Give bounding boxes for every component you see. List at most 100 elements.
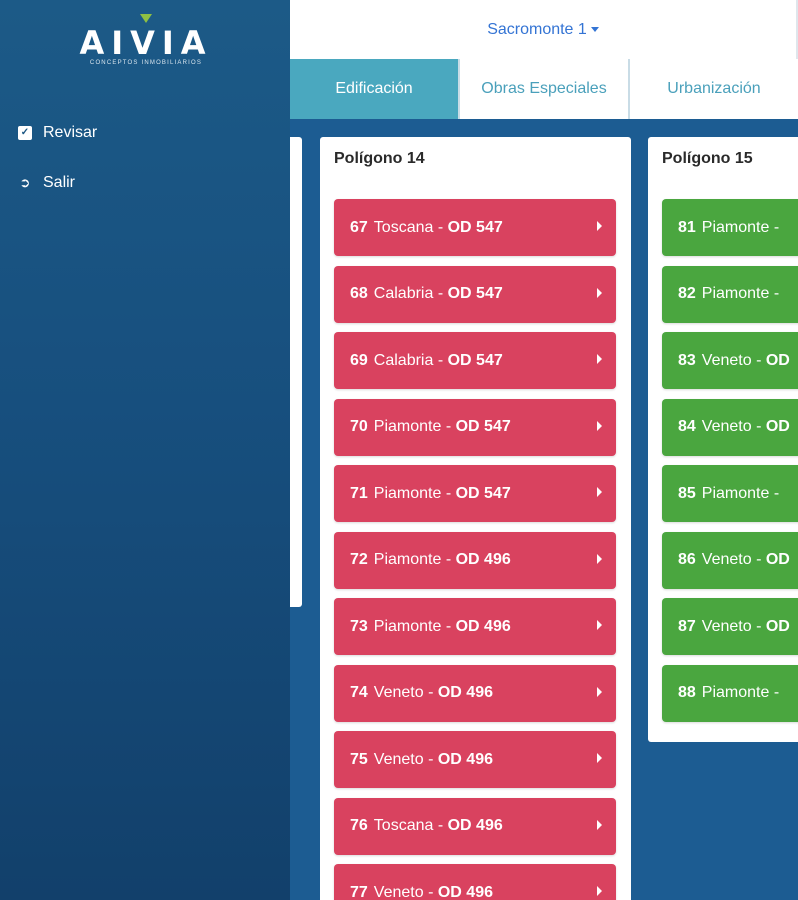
logo-tagline: CONCEPTOS INMOBILIARIOS <box>89 60 203 66</box>
lot-item[interactable]: 76 Toscana - OD 496 <box>334 797 616 855</box>
lot-separator: - <box>441 484 456 502</box>
lot-od: OD <box>765 551 790 568</box>
lot-od: OD 547 <box>455 484 511 502</box>
lot-od: OD 496 <box>447 817 503 834</box>
poligono-15-panel: Polígono 15 81 Piamonte - 82 Piamonte - 83… <box>648 137 798 742</box>
lot-separator: - <box>751 418 766 435</box>
lot-od: OD 547 <box>447 351 503 369</box>
lot-number: 70 <box>350 418 368 435</box>
lot-item[interactable]: 77 Veneto - OD 496 <box>334 864 616 900</box>
lot-model: Piamonte <box>373 418 442 435</box>
lot-item[interactable]: 72 Piamonte - OD 496 <box>334 531 616 589</box>
lot-od: OD 496 <box>437 883 493 900</box>
lot-model: Veneto <box>701 617 752 635</box>
tab-obras-especiales[interactable]: Obras Especiales <box>458 59 628 119</box>
lot-separator: - <box>433 351 448 369</box>
sidebar-item-salir[interactable]: ➲ Salir <box>18 174 75 192</box>
lot-model: Piamonte <box>373 484 442 502</box>
previous-panel-edge <box>290 137 302 607</box>
lot-item[interactable]: 68 Calabria - OD 547 <box>334 265 616 323</box>
panel-title: Polígono 14 <box>334 150 425 167</box>
chevron-right-icon <box>597 287 602 298</box>
lot-separator: - <box>751 617 766 635</box>
lot-number: 84 <box>678 418 696 435</box>
lot-od: OD 496 <box>437 684 493 701</box>
lot-number: 86 <box>678 551 696 568</box>
lot-item[interactable]: 84 Veneto - OD <box>662 398 798 456</box>
lot-item[interactable]: 75 Veneto - OD 496 <box>334 731 616 788</box>
lot-model: Piamonte <box>701 484 770 502</box>
lot-model: Veneto <box>373 684 424 701</box>
lot-separator: - <box>441 551 456 568</box>
lot-item[interactable]: 88 Piamonte - <box>662 664 798 722</box>
lot-number: 88 <box>678 684 696 701</box>
location-dropdown[interactable]: Sacromonte 1 <box>487 21 599 39</box>
chevron-right-icon <box>597 553 602 564</box>
lot-od: OD 496 <box>437 750 493 768</box>
lot-item[interactable]: 74 Veneto - OD 496 <box>334 664 616 722</box>
lot-separator: - <box>769 684 784 701</box>
chevron-right-icon <box>597 420 602 431</box>
lot-number: 72 <box>350 551 368 568</box>
chevron-right-icon <box>597 819 602 830</box>
panel-title: Polígono 15 <box>662 150 753 167</box>
sidebar: AIVIA CONCEPTOS INMOBILIARIOS ✓ Revisar … <box>0 0 290 900</box>
lot-model: Veneto <box>701 418 752 435</box>
chevron-right-icon <box>597 354 602 364</box>
lot-number: 83 <box>678 351 696 369</box>
lot-separator: - <box>423 750 438 768</box>
chevron-right-icon <box>597 221 602 231</box>
chevron-right-icon <box>597 620 602 630</box>
lot-number: 73 <box>350 617 368 635</box>
chevron-right-icon <box>597 886 602 896</box>
lot-model: Veneto <box>373 750 424 768</box>
lot-number: 74 <box>350 684 368 701</box>
lot-item[interactable]: 85 Piamonte - <box>662 465 798 522</box>
lot-item[interactable]: 69 Calabria - OD 547 <box>334 332 616 389</box>
logo-triangle-icon <box>140 14 152 23</box>
lot-item[interactable]: 81 Piamonte - <box>662 199 798 256</box>
lot-item[interactable]: 67 Toscana - OD 547 <box>334 199 616 256</box>
lot-separator: - <box>433 817 448 834</box>
lot-separator: - <box>433 285 448 302</box>
checkbox-icon: ✓ <box>18 126 32 140</box>
lot-number: 77 <box>350 883 368 900</box>
lot-separator: - <box>441 617 456 635</box>
lot-item[interactable]: 83 Veneto - OD <box>662 332 798 389</box>
lot-item[interactable]: 87 Veneto - OD <box>662 598 798 655</box>
lot-separator: - <box>751 551 766 568</box>
lot-separator: - <box>433 218 448 236</box>
header-bar: Sacromonte 1 <box>290 0 798 59</box>
lot-od: OD <box>765 351 790 369</box>
lot-model: Piamonte <box>701 218 770 236</box>
lot-item[interactable]: 71 Piamonte - OD 547 <box>334 465 616 522</box>
lot-model: Piamonte <box>701 285 770 302</box>
lot-separator: - <box>769 218 784 236</box>
lot-model: Piamonte <box>373 551 442 568</box>
logo-text: AIVIA <box>79 24 213 62</box>
lot-item[interactable]: 86 Veneto - OD <box>662 531 798 589</box>
lot-model: Piamonte <box>701 684 770 701</box>
lot-model: Piamonte <box>373 617 442 635</box>
lot-od: OD <box>765 418 790 435</box>
category-tabs: Edificación Obras Especiales Urbanizació… <box>290 59 798 119</box>
chevron-right-icon <box>597 753 602 763</box>
lot-item[interactable]: 82 Piamonte - <box>662 265 798 323</box>
tab-edificacion[interactable]: Edificación <box>290 59 458 119</box>
tab-urbanizacion[interactable]: Urbanización <box>628 59 798 119</box>
lot-item[interactable]: 70 Piamonte - OD 547 <box>334 398 616 456</box>
sidebar-item-label: Salir <box>43 174 76 191</box>
lot-od: OD 547 <box>447 285 503 302</box>
lot-number: 81 <box>678 218 696 236</box>
lot-item[interactable]: 73 Piamonte - OD 496 <box>334 598 616 655</box>
lot-od: OD 547 <box>447 218 503 236</box>
lot-model: Calabria <box>373 285 434 302</box>
lot-model: Toscana <box>373 218 434 236</box>
lot-number: 75 <box>350 750 368 768</box>
sidebar-item-revisar[interactable]: ✓ Revisar <box>18 124 97 142</box>
lot-od: OD 547 <box>455 418 511 435</box>
lot-number: 76 <box>350 817 368 834</box>
exit-icon: ➲ <box>19 175 31 190</box>
lot-model: Toscana <box>373 817 434 834</box>
lot-model: Calabria <box>373 351 434 369</box>
